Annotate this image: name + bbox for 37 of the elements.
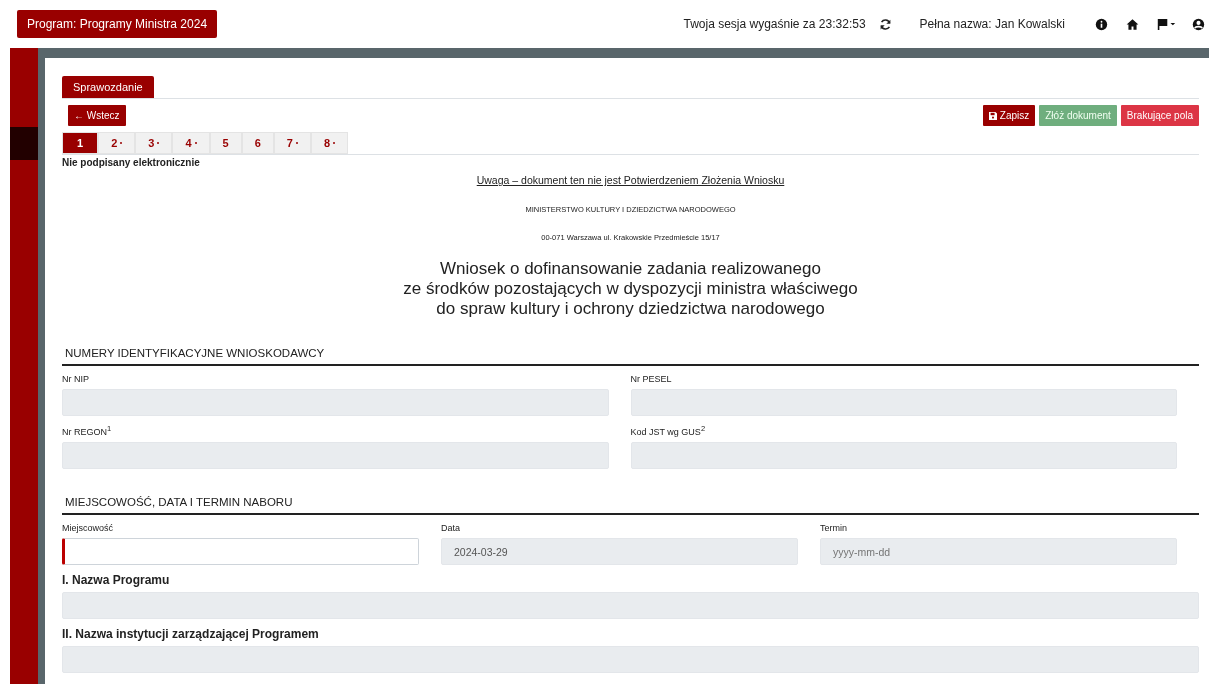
action-button[interactable]: Brakujące pola <box>1120 105 1199 126</box>
signature-status: Nie podpisany elektronicznie <box>62 157 201 168</box>
field-label: Nr REGON$^{1}$ <box>62 424 113 437</box>
field-label: Kod JST wg GUS$^{2}$ <box>630 424 707 437</box>
page-tab[interactable]: 1 <box>62 132 99 154</box>
field-label: Nr PESEL <box>630 374 673 384</box>
page-tab[interactable]: 3 <box>135 132 173 154</box>
section-heading: MIEJSCOWOŚĆ, DATA I TERMIN NABORU <box>62 496 1199 515</box>
field-label: Nr NIP <box>62 374 90 384</box>
section-heading: NUMERY IDENTYFIKACYJNE WNIOSKODAWCY <box>62 347 1199 366</box>
info-icon[interactable] <box>1095 17 1108 31</box>
page-tab[interactable]: 8 <box>310 132 348 154</box>
user-icon[interactable] <box>1192 17 1205 31</box>
action-button[interactable]: Zapisz <box>982 105 1036 126</box>
user-name: Pełna nazwa: Jan Kowalski <box>919 17 1065 31</box>
floppy-icon <box>988 111 997 120</box>
page-tab[interactable]: 5 <box>209 132 242 154</box>
field-label: Miejscowość <box>62 523 114 533</box>
field-label: I. Nazwa Programu <box>62 573 171 587</box>
page-tab[interactable]: 4 <box>172 132 210 154</box>
field-label: Data <box>441 523 461 533</box>
page-tab[interactable]: 2 <box>98 132 136 154</box>
sidebar-item[interactable] <box>10 127 38 160</box>
program-badge[interactable]: Program: Programy Ministra 2024 <box>17 10 218 38</box>
notice-text: Uwaga – dokument ten nie jest Potwierdzeniem Złożenia Wniosku <box>476 174 785 186</box>
home-icon[interactable] <box>1126 17 1139 31</box>
flag-dropdown-icon[interactable] <box>1157 17 1176 31</box>
form-title: Wniosek o dofinansowanie zadania realizowanego ze środków pozostających w dyspozycji ministra właściwego do spraw kultury i ochrony dziedzictwa narodowego <box>403 259 858 319</box>
page-tab[interactable]: 7 <box>273 132 311 154</box>
tab[interactable]: Sprawozdanie <box>62 76 154 98</box>
input-field[interactable] <box>62 538 419 565</box>
field-label: II. Nazwa instytucji zarządzającej Programem <box>62 627 320 641</box>
refresh-icon[interactable] <box>878 17 892 31</box>
session-timer: Twoja sesja wygaśnie za 23:32:53 <box>683 17 866 31</box>
back-button[interactable]: ← Wstecz <box>68 105 126 126</box>
page-tab[interactable]: 6 <box>241 132 274 154</box>
field-label: Termin <box>820 523 848 533</box>
